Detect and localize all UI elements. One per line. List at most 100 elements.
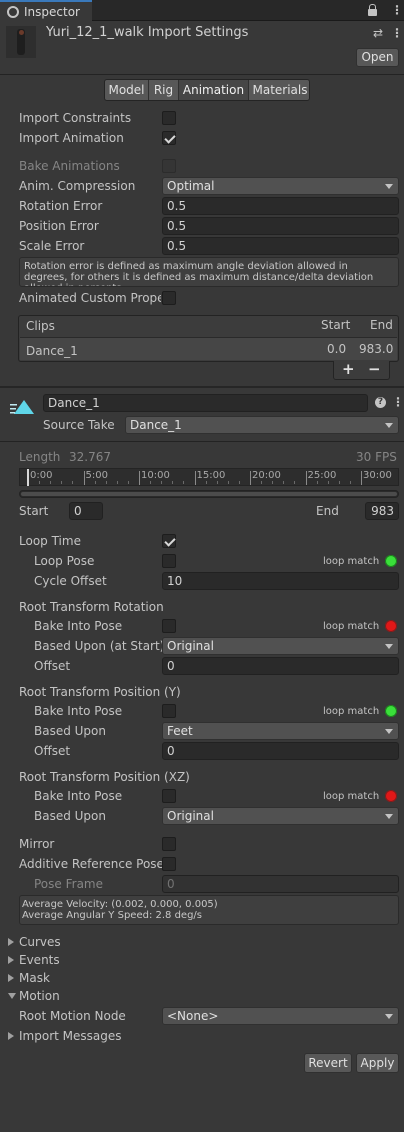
timeline-minor-tick: [72, 481, 74, 484]
additive-label: Additive Reference Pose: [19, 857, 164, 871]
loop-pose-checkbox[interactable]: [162, 554, 176, 568]
timeline-ruler[interactable]: 0:00 5:00 10:00 15:00 20:00 25:00 30:00: [19, 468, 399, 486]
timeline-major-tick: [194, 471, 196, 485]
loop-time-label: Loop Time: [19, 534, 81, 548]
pos-y-offset-field[interactable]: 0: [162, 742, 399, 760]
additive-checkbox[interactable]: [162, 857, 176, 871]
rotation-based-label: Based Upon (at Start): [34, 639, 165, 653]
timeline-tick-label: 20:00: [252, 470, 281, 481]
chevron-down-icon: [385, 184, 393, 189]
mask-foldout[interactable]: Mask: [8, 970, 50, 986]
end-label: End: [316, 504, 339, 518]
timeline-minor-tick: [150, 481, 152, 484]
rotation-error-field[interactable]: 0.5: [162, 197, 399, 215]
rotation-loop-match-text: loop match: [323, 621, 380, 632]
curves-foldout[interactable]: Curves: [8, 934, 61, 950]
loop-time-checkbox[interactable]: [162, 534, 176, 548]
pos-xz-bake-checkbox[interactable]: [162, 789, 176, 803]
start-field[interactable]: 0: [69, 502, 103, 520]
help-icon[interactable]: ?: [375, 397, 386, 408]
timeline-tick-label: 10:00: [141, 470, 170, 481]
tab-title: Inspector: [24, 5, 80, 19]
pos-y-based-dropdown[interactable]: Feet: [162, 722, 399, 740]
timeline-major-tick: [139, 471, 140, 485]
rotation-offset-field[interactable]: 0: [162, 657, 399, 675]
tab-rig[interactable]: Rig: [149, 80, 179, 100]
menu-icon[interactable]: ⋮: [391, 2, 403, 18]
events-foldout[interactable]: Events: [8, 952, 60, 968]
timeline-major-tick: [83, 471, 85, 485]
rotation-based-dropdown[interactable]: Original: [162, 637, 399, 655]
timeline-minor-tick: [272, 481, 274, 484]
cycle-offset-label: Cycle Offset: [34, 574, 107, 588]
rotation-offset-label: Offset: [34, 659, 71, 673]
anim-compression-label: Anim. Compression: [19, 179, 136, 193]
tab-model[interactable]: Model: [105, 80, 149, 100]
timeline-playhead[interactable]: [27, 469, 29, 486]
tab-inspector[interactable]: Inspector: [0, 0, 92, 22]
clip-name-field[interactable]: Dance_1: [43, 394, 368, 412]
root-motion-dropdown[interactable]: <None>: [162, 1007, 399, 1025]
timeline-minor-tick: [316, 481, 318, 484]
page-title: Yuri_12_1_walk Import Settings: [46, 25, 249, 40]
clip-menu-icon[interactable]: ⋮: [392, 394, 404, 410]
chevron-down-icon: [385, 1014, 393, 1019]
apply-button[interactable]: Apply: [356, 1053, 399, 1073]
timeline-minor-tick: [261, 481, 263, 484]
timeline-minor-tick: [161, 481, 163, 484]
add-clip-button[interactable]: +: [342, 361, 355, 377]
motion-foldout[interactable]: Motion: [8, 988, 60, 1004]
lock-icon[interactable]: [368, 9, 377, 16]
timeline-minor-tick: [94, 481, 96, 484]
import-constraints-checkbox[interactable]: [162, 111, 176, 125]
chevron-down-icon: [385, 423, 393, 428]
rotation-bake-checkbox[interactable]: [162, 619, 176, 633]
loop-match-green-icon: [385, 705, 397, 717]
timeline-minor-tick: [283, 481, 285, 484]
timeline-minor-tick: [183, 481, 185, 484]
end-field[interactable]: 983: [365, 502, 399, 520]
rotation-error-label: Rotation Error: [19, 199, 103, 213]
tab-animation[interactable]: Animation: [179, 80, 249, 100]
mirror-checkbox[interactable]: [162, 837, 176, 851]
import-messages-foldout[interactable]: Import Messages: [8, 1028, 122, 1044]
pos-y-loop-match-text: loop match: [323, 706, 380, 717]
clips-footer: + −: [333, 361, 390, 380]
import-animation-checkbox[interactable]: [162, 131, 176, 145]
anim-compression-dropdown[interactable]: Optimal: [162, 177, 399, 195]
header-menu-icon[interactable]: ⋮: [391, 25, 403, 41]
avg-velocity-text: Average Velocity: (0.002, 0.000, 0.005): [22, 899, 218, 910]
cycle-offset-field[interactable]: 10: [162, 572, 399, 590]
timeline-range-bar[interactable]: [19, 490, 399, 498]
settings-icon[interactable]: ⇄: [373, 25, 383, 41]
clip-row-end: 983.0: [359, 342, 394, 356]
timeline-minor-tick: [50, 481, 52, 484]
bake-animations-checkbox: [162, 159, 176, 173]
asset-thumbnail: [6, 26, 36, 58]
position-error-field[interactable]: 0.5: [162, 217, 399, 235]
chevron-down-icon: [385, 729, 393, 734]
timeline-tick-label: 15:00: [196, 470, 226, 481]
remove-clip-button[interactable]: −: [368, 361, 381, 377]
pos-xz-bake-label: Bake Into Pose: [34, 789, 123, 803]
scale-error-field[interactable]: 0.5: [162, 237, 399, 255]
help-box: Rotation error is defined as maximum ang…: [19, 257, 399, 287]
loop-match-red-icon: [385, 790, 397, 802]
custom-props-label: Animated Custom Propert: [19, 291, 161, 305]
timeline-minor-tick: [338, 481, 340, 484]
avg-angular-text: Average Angular Y Speed: 2.8 deg/s: [22, 910, 202, 921]
revert-button[interactable]: Revert: [304, 1053, 352, 1073]
source-take-dropdown[interactable]: Dance_1: [125, 416, 399, 434]
open-button[interactable]: Open: [356, 48, 399, 67]
clips-start-header: Start: [321, 318, 351, 332]
start-label: Start: [19, 504, 49, 518]
pos-y-bake-checkbox[interactable]: [162, 704, 176, 718]
tab-materials[interactable]: Materials: [249, 80, 309, 100]
loop-match-green-icon: [385, 555, 397, 567]
pos-xz-based-label: Based Upon: [34, 809, 106, 823]
custom-props-checkbox[interactable]: [162, 291, 176, 305]
pos-xz-based-dropdown[interactable]: Original: [162, 807, 399, 825]
clip-row[interactable]: Dance_1 0.0 983.0: [20, 337, 397, 360]
loop-match-text: loop match: [323, 556, 380, 567]
timeline-tick-label: 0:00: [30, 470, 53, 481]
